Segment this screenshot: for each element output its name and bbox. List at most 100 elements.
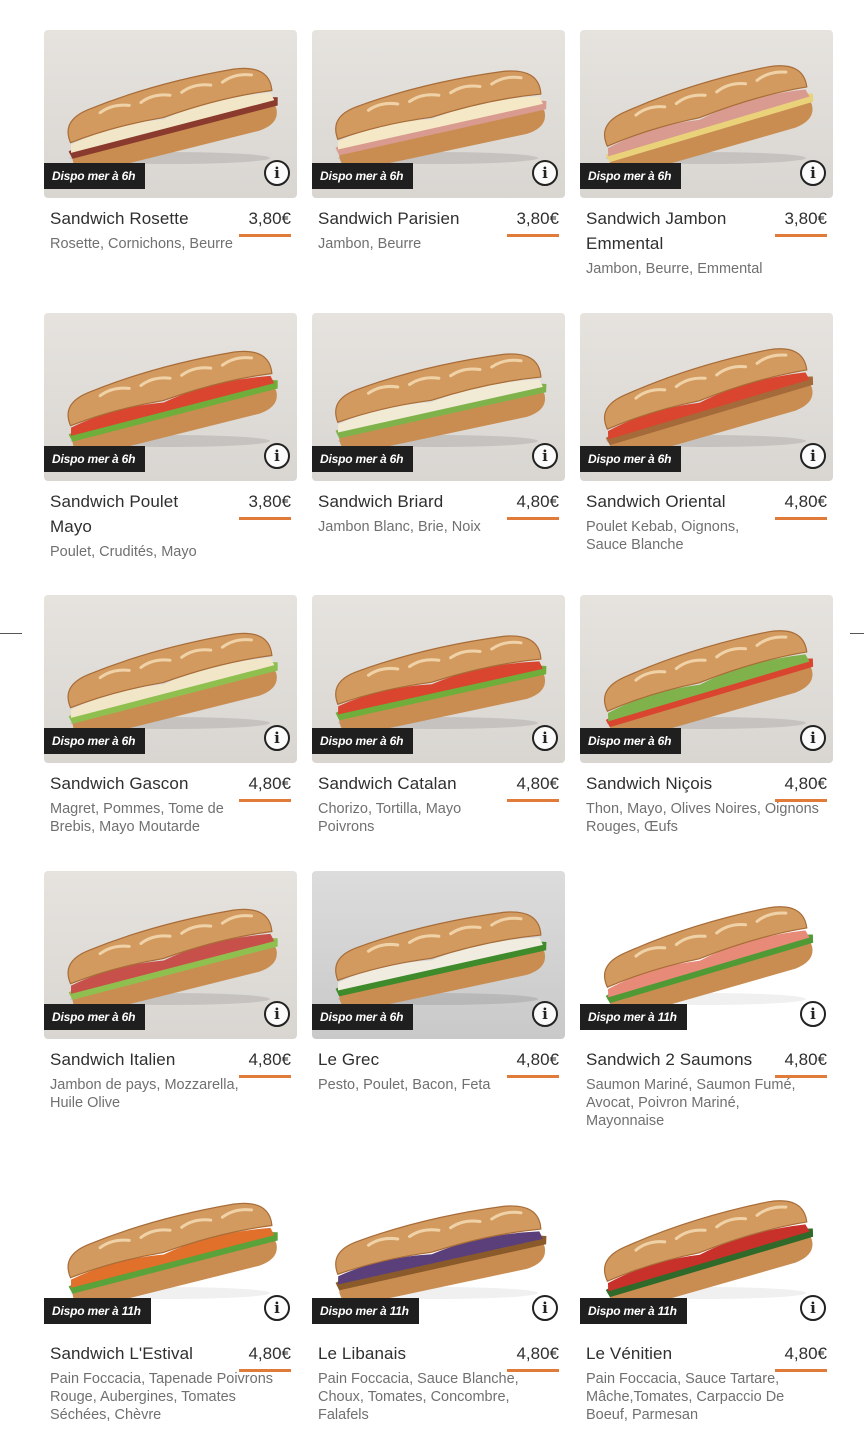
availability-badge: Dispo mer à 6h: [312, 1004, 414, 1030]
info-icon[interactable]: i: [264, 1295, 290, 1321]
product-photo[interactable]: Dispo mer à 6h i: [580, 313, 833, 481]
price-underline: [239, 799, 291, 802]
product-photo[interactable]: Dispo mer à 11h i: [44, 1165, 297, 1333]
info-icon[interactable]: i: [264, 443, 290, 469]
product-description: Jambon Blanc, Brie, Noix: [318, 519, 481, 535]
price-underline: [775, 1075, 827, 1078]
product-name: Sandwich Jambon Emmental: [586, 209, 727, 253]
info-icon[interactable]: i: [532, 1001, 558, 1027]
availability-badge: Dispo mer à 6h: [312, 446, 414, 472]
info-icon[interactable]: i: [532, 725, 558, 751]
product-photo[interactable]: Dispo mer à 6h i: [580, 30, 833, 198]
product-photo[interactable]: Dispo mer à 6h i: [44, 30, 297, 198]
product-photo[interactable]: Dispo mer à 6h i: [44, 313, 297, 481]
product-description: Chorizo, Tortilla, Mayo Poivrons: [318, 801, 462, 835]
product-photo[interactable]: Dispo mer à 6h i: [312, 871, 565, 1039]
product-card[interactable]: Dispo mer à 6h i Sandwich Gascon 4,80€ Magre…: [44, 595, 297, 871]
product-description: Jambon, Beurre: [318, 236, 422, 252]
product-name: Sandwich Poulet Mayo: [50, 492, 179, 536]
info-icon[interactable]: i: [264, 1001, 290, 1027]
info-icon[interactable]: i: [800, 443, 826, 469]
product-photo[interactable]: Dispo mer à 6h i: [312, 313, 565, 481]
product-price: 4,80€: [516, 1344, 559, 1363]
product-card[interactable]: Dispo mer à 11h i Le Vénitien 4,80€ Pain Foc…: [580, 1165, 833, 1455]
product-name: Le Libanais: [318, 1344, 407, 1363]
product-details: Sandwich Gascon 4,80€ Magret, Pommes, Tome…: [44, 763, 297, 836]
product-name: Sandwich Rosette: [50, 209, 189, 228]
availability-badge: Dispo mer à 6h: [580, 728, 682, 754]
product-details: Sandwich Oriental 4,80€ Poulet Kebab, Oign…: [580, 481, 833, 554]
price-underline: [239, 1075, 291, 1078]
product-price: 4,80€: [248, 774, 291, 793]
info-icon[interactable]: i: [800, 1001, 826, 1027]
product-description: Poulet Kebab, Oignons, Sauce Blanche: [586, 519, 740, 553]
price-underline: [507, 799, 559, 802]
availability-badge: Dispo mer à 6h: [312, 163, 414, 189]
product-card[interactable]: Dispo mer à 6h i Sandwich Poulet Mayo 3,80€…: [44, 313, 297, 595]
product-details: Sandwich Parisien 3,80€ Jambon, Beurre: [312, 198, 565, 253]
availability-badge: Dispo mer à 6h: [44, 728, 146, 754]
product-card[interactable]: Dispo mer à 6h i Sandwich Catalan 4,80€ Chor…: [312, 595, 565, 871]
product-grid: Dispo mer à 6h i Sandwich Rosette 3,80€ Rose…: [44, 30, 833, 1455]
info-icon[interactable]: i: [532, 1295, 558, 1321]
price-underline: [775, 1369, 827, 1372]
availability-badge: Dispo mer à 11h: [312, 1298, 419, 1324]
availability-badge: Dispo mer à 6h: [44, 446, 146, 472]
product-name: Sandwich Catalan: [318, 774, 457, 793]
availability-badge: Dispo mer à 11h: [44, 1298, 151, 1324]
product-name: Le Vénitien: [586, 1344, 673, 1363]
product-details: Le Grec 4,80€ Pesto, Poulet, Bacon, Feta: [312, 1039, 565, 1094]
product-details: Sandwich Catalan 4,80€ Chorizo, Tortilla, …: [312, 763, 565, 836]
product-card[interactable]: Dispo mer à 6h i Sandwich Jambon Emmental 3…: [580, 30, 833, 313]
info-icon[interactable]: i: [800, 1295, 826, 1321]
info-icon[interactable]: i: [532, 160, 558, 186]
product-description: Pain Foccacia, Sauce Blanche, Choux, Tom…: [318, 1371, 519, 1423]
product-name: Sandwich L'Estival: [50, 1344, 194, 1363]
info-icon[interactable]: i: [800, 725, 826, 751]
product-details: Sandwich Rosette 3,80€ Rosette, Cornichons…: [44, 198, 297, 253]
product-card[interactable]: Dispo mer à 11h i Sandwich 2 Saumons 4,80€ S…: [580, 871, 833, 1165]
product-card[interactable]: Dispo mer à 6h i Sandwich Rosette 3,80€ Rose…: [44, 30, 297, 313]
product-details: Sandwich Jambon Emmental 3,80€ Jambon, Beu…: [580, 198, 833, 278]
product-card[interactable]: Dispo mer à 6h i Sandwich Briard 4,80€ Jambo…: [312, 313, 565, 595]
product-price: 4,80€: [784, 1344, 827, 1363]
product-description: Rosette, Cornichons, Beurre: [50, 236, 233, 252]
product-photo[interactable]: Dispo mer à 11h i: [312, 1165, 565, 1333]
product-photo[interactable]: Dispo mer à 6h i: [312, 595, 565, 763]
info-icon[interactable]: i: [800, 160, 826, 186]
info-icon[interactable]: i: [264, 725, 290, 751]
product-details: Sandwich Niçois 4,80€ Thon, Mayo, Olives N…: [580, 763, 833, 836]
product-description: Magret, Pommes, Tome de Brebis, Mayo Mou…: [50, 801, 224, 835]
product-card[interactable]: Dispo mer à 6h i Sandwich Parisien 3,80€ Jam…: [312, 30, 565, 313]
price-underline: [507, 1369, 559, 1372]
availability-badge: Dispo mer à 6h: [44, 1004, 146, 1030]
product-photo[interactable]: Dispo mer à 6h i: [44, 595, 297, 763]
product-photo[interactable]: Dispo mer à 11h i: [580, 1165, 833, 1333]
product-card[interactable]: Dispo mer à 6h i Sandwich Oriental 4,80€ Pou…: [580, 313, 833, 595]
product-description: Pain Foccacia, Tapenade Poivrons Rouge, …: [50, 1371, 274, 1423]
product-details: Le Libanais 4,80€ Pain Foccacia, Sauce Bla…: [312, 1333, 565, 1424]
availability-badge: Dispo mer à 6h: [44, 163, 146, 189]
product-name: Le Grec: [318, 1050, 380, 1069]
product-price: 3,80€: [784, 209, 827, 228]
product-description: Pain Foccacia, Sauce Tartare, Mâche,Toma…: [586, 1371, 785, 1423]
product-photo[interactable]: Dispo mer à 6h i: [580, 595, 833, 763]
product-name: Sandwich Italien: [50, 1050, 176, 1069]
product-photo[interactable]: Dispo mer à 6h i: [44, 871, 297, 1039]
product-description: Poulet, Crudités, Mayo: [50, 544, 197, 560]
product-details: Sandwich Italien 4,80€ Jambon de pays, Moz…: [44, 1039, 297, 1112]
product-photo[interactable]: Dispo mer à 6h i: [312, 30, 565, 198]
product-price: 4,80€: [516, 492, 559, 511]
product-name: Sandwich Gascon: [50, 774, 189, 793]
product-name: Sandwich Niçois: [586, 774, 713, 793]
availability-badge: Dispo mer à 6h: [580, 163, 682, 189]
product-card[interactable]: Dispo mer à 6h i Le Grec 4,80€ Pesto, Poulet…: [312, 871, 565, 1165]
info-icon[interactable]: i: [532, 443, 558, 469]
product-card[interactable]: Dispo mer à 6h i Sandwich Niçois 4,80€ Thon,…: [580, 595, 833, 871]
product-photo[interactable]: Dispo mer à 11h i: [580, 871, 833, 1039]
product-card[interactable]: Dispo mer à 11h i Sandwich L'Estival 4,80€ P…: [44, 1165, 297, 1455]
product-card[interactable]: Dispo mer à 11h i Le Libanais 4,80€ Pain Foc…: [312, 1165, 565, 1455]
product-name: Sandwich Briard: [318, 492, 444, 511]
product-card[interactable]: Dispo mer à 6h i Sandwich Italien 4,80€ Jamb…: [44, 871, 297, 1165]
info-icon[interactable]: i: [264, 160, 290, 186]
